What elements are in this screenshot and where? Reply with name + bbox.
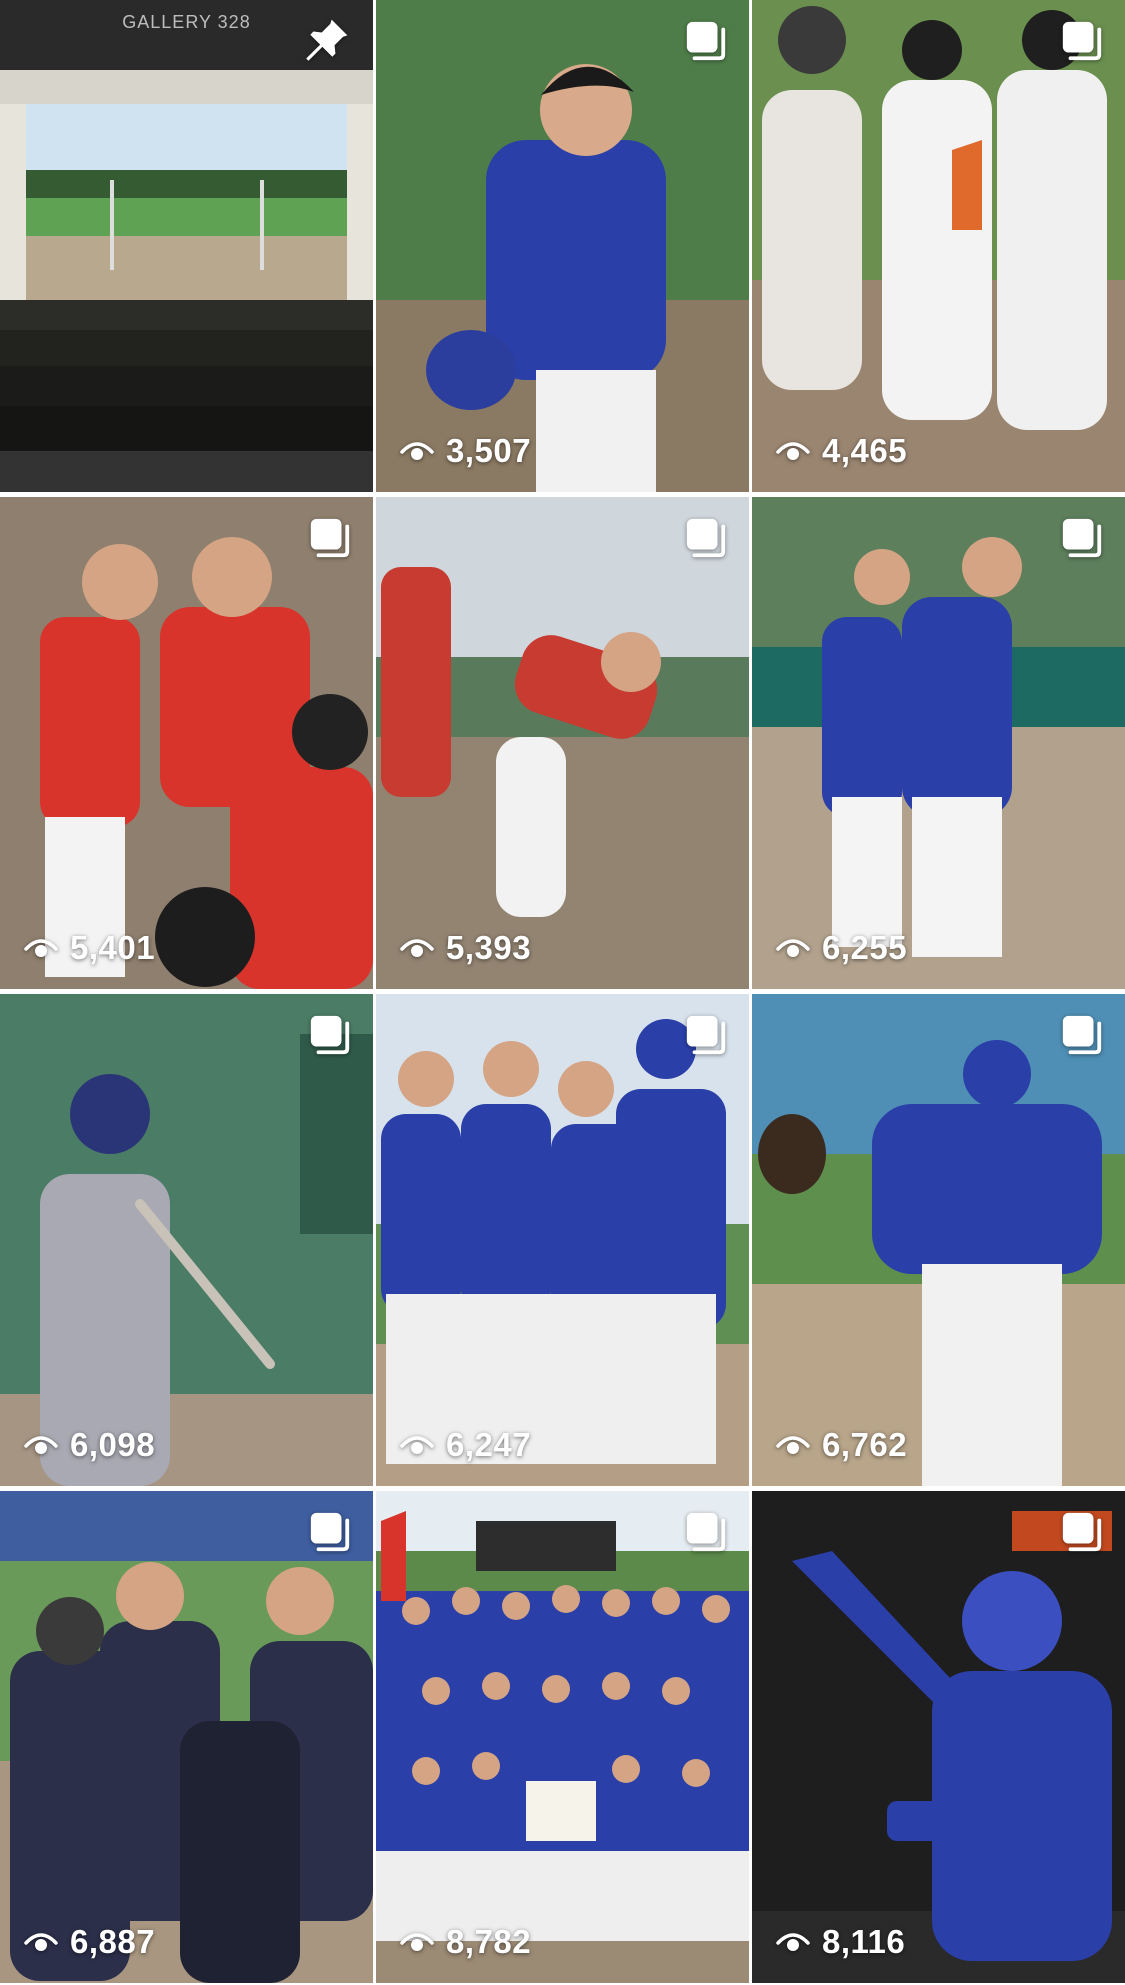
view-count: 6,098 bbox=[24, 1426, 155, 1464]
view-count: 6,762 bbox=[776, 1426, 907, 1464]
view-count: 5,393 bbox=[400, 929, 531, 967]
view-count: 8,782 bbox=[400, 1923, 531, 1961]
view-count-value: 6,098 bbox=[70, 1426, 156, 1463]
view-count: 6,247 bbox=[400, 1426, 531, 1464]
multiple-images-icon bbox=[1062, 1015, 1102, 1055]
view-count-value: 6,247 bbox=[446, 1426, 532, 1463]
post-tile[interactable]: GALLERY 328 bbox=[0, 0, 373, 492]
post-tile[interactable]: 6,098 bbox=[0, 994, 373, 1486]
view-count-value: 6,762 bbox=[822, 1426, 908, 1463]
view-count: 5,401 bbox=[24, 929, 155, 967]
multiple-images-icon bbox=[1062, 21, 1102, 61]
view-count-value: 5,393 bbox=[446, 929, 532, 966]
view-count-value: 8,782 bbox=[446, 1923, 532, 1960]
view-count-value: 6,255 bbox=[822, 929, 908, 966]
eye-icon bbox=[400, 1933, 434, 1951]
post-photo bbox=[376, 497, 749, 989]
post-tile[interactable]: 8,782 bbox=[376, 1491, 749, 1983]
post-tile[interactable]: 3,507 bbox=[376, 0, 749, 492]
post-photo bbox=[376, 994, 749, 1486]
post-tile[interactable]: 5,401 bbox=[0, 497, 373, 989]
post-tile[interactable]: 6,255 bbox=[752, 497, 1125, 989]
eye-icon bbox=[400, 1436, 434, 1454]
multiple-images-icon bbox=[1062, 518, 1102, 558]
view-count: 6,255 bbox=[776, 929, 907, 967]
post-photo bbox=[0, 497, 373, 989]
view-count-value: 8,116 bbox=[822, 1923, 906, 1960]
eye-icon bbox=[776, 1436, 810, 1454]
view-count: 3,507 bbox=[400, 432, 531, 470]
view-count-value: 3,507 bbox=[446, 432, 532, 469]
post-photo bbox=[0, 1491, 373, 1983]
multiple-images-icon bbox=[686, 21, 726, 61]
eye-icon bbox=[24, 1436, 58, 1454]
multiple-images-icon bbox=[686, 1015, 726, 1055]
post-photo bbox=[0, 994, 373, 1486]
pin-icon bbox=[306, 19, 348, 61]
post-photo bbox=[752, 0, 1125, 492]
post-tile[interactable]: 8,116 bbox=[752, 1491, 1125, 1983]
eye-icon bbox=[776, 442, 810, 460]
multiple-images-icon bbox=[310, 518, 350, 558]
post-photo bbox=[376, 1491, 749, 1983]
multiple-images-icon bbox=[1062, 1512, 1102, 1552]
view-count-value: 5,401 bbox=[70, 929, 156, 966]
multiple-images-icon bbox=[310, 1512, 350, 1552]
view-count: 8,116 bbox=[776, 1923, 905, 1961]
post-tile[interactable]: 6,247 bbox=[376, 994, 749, 1486]
post-photo bbox=[0, 0, 373, 492]
post-photo bbox=[752, 1491, 1125, 1983]
eye-icon bbox=[24, 1933, 58, 1951]
view-count-value: 6,887 bbox=[70, 1923, 156, 1960]
eye-icon bbox=[400, 939, 434, 957]
post-photo bbox=[752, 497, 1125, 989]
view-count-value: 4,465 bbox=[822, 432, 908, 469]
post-tile[interactable]: 6,887 bbox=[0, 1491, 373, 1983]
posts-grid: GALLERY 328 3,507 4,465 5,401 5,393 6,25… bbox=[0, 0, 1125, 1985]
eye-icon bbox=[24, 939, 58, 957]
multiple-images-icon bbox=[686, 1512, 726, 1552]
eye-icon bbox=[776, 1933, 810, 1951]
post-photo bbox=[376, 0, 749, 492]
post-tile[interactable]: 6,762 bbox=[752, 994, 1125, 1486]
eye-icon bbox=[400, 442, 434, 460]
post-tile[interactable]: 5,393 bbox=[376, 497, 749, 989]
view-count: 6,887 bbox=[24, 1923, 155, 1961]
multiple-images-icon bbox=[686, 518, 726, 558]
multiple-images-icon bbox=[310, 1015, 350, 1055]
eye-icon bbox=[776, 939, 810, 957]
view-count: 4,465 bbox=[776, 432, 907, 470]
post-photo bbox=[752, 994, 1125, 1486]
post-tile[interactable]: 4,465 bbox=[752, 0, 1125, 492]
